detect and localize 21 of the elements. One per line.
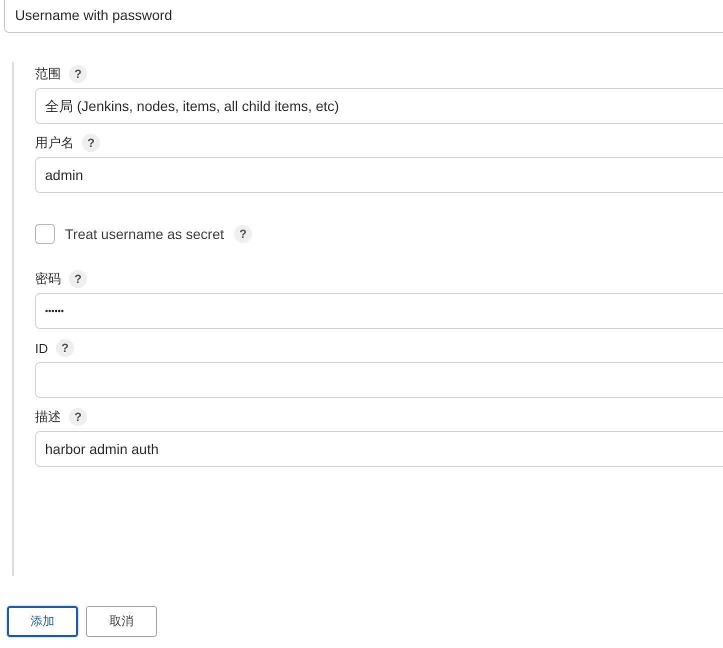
password-field[interactable]: •••••• — [35, 293, 723, 329]
help-icon[interactable]: ? — [82, 134, 100, 152]
input-field[interactable] — [35, 362, 723, 398]
field-label: ID — [35, 340, 48, 356]
help-icon[interactable]: ? — [69, 65, 87, 83]
cancel-button[interactable]: 取消 — [86, 606, 157, 637]
field-label: 范围 — [35, 65, 61, 83]
checkbox-label: Treat username as secret — [65, 226, 224, 242]
input-field[interactable]: admin — [35, 157, 723, 193]
credential-kind-select[interactable]: Username with password — [4, 0, 723, 33]
help-icon[interactable]: ? — [234, 225, 252, 243]
input-field[interactable]: 全局 (Jenkins, nodes, items, all child items, etc) — [35, 88, 723, 124]
help-icon[interactable]: ? — [56, 339, 74, 357]
add-button[interactable]: 添加 — [7, 606, 78, 637]
input-field[interactable]: harbor admin auth — [35, 431, 723, 467]
help-icon[interactable]: ? — [69, 270, 87, 288]
checkbox[interactable] — [35, 224, 55, 244]
field-label: 用户名 — [35, 134, 74, 152]
field-label: 描述 — [35, 408, 61, 426]
field-label: 密码 — [35, 270, 61, 288]
help-icon[interactable]: ? — [69, 408, 87, 426]
